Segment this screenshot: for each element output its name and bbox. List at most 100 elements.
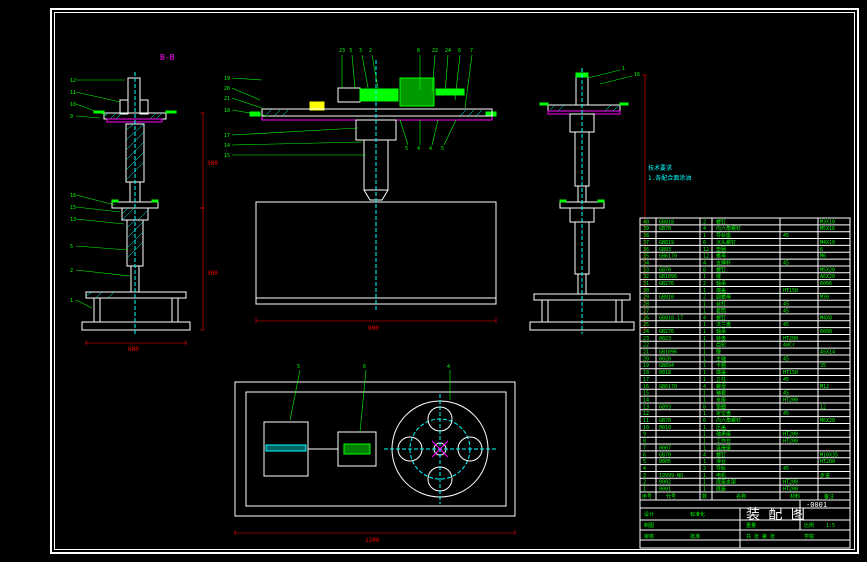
svg-text:9: 9 [70, 114, 73, 120]
tb-std: 标准化 [690, 511, 705, 518]
svg-text:10: 10 [70, 102, 76, 108]
svg-text:圆螺母: 圆螺母 [716, 294, 731, 301]
svg-text:轴承: 轴承 [716, 280, 726, 287]
svg-text:3: 3 [359, 48, 362, 54]
svg-text:导轨座: 导轨座 [716, 232, 731, 239]
balloons-bottom: 5 6 4 [297, 364, 450, 370]
svg-text:丝杠: 丝杠 [716, 301, 726, 308]
svg-text:内六角螺钉: 内六角螺钉 [716, 417, 741, 424]
balloons-left: 1211109161513521 [70, 78, 76, 304]
view-bb-section: B-B 680 380 380 [76, 53, 218, 353]
dim-mid-width: 900 [368, 325, 379, 332]
svg-text:3: 3 [349, 48, 352, 54]
svg-text:支座: 支座 [716, 396, 726, 403]
svg-text:数: 数 [702, 493, 707, 500]
svg-text:2: 2 [369, 48, 372, 54]
svg-text:23: 23 [339, 48, 345, 54]
svg-text:电机: 电机 [716, 472, 726, 479]
svg-text:18: 18 [224, 108, 230, 114]
svg-text:2: 2 [70, 268, 73, 274]
svg-text:7: 7 [470, 48, 473, 54]
svg-text:滑台: 滑台 [716, 458, 726, 465]
svg-text:垫圈: 垫圈 [716, 403, 726, 410]
svg-text:20: 20 [224, 86, 230, 92]
svg-text:沉头螺钉: 沉头螺钉 [716, 239, 736, 246]
svg-text:17: 17 [224, 133, 230, 139]
svg-text:转盘: 转盘 [716, 335, 726, 342]
svg-text:螺钉: 螺钉 [716, 266, 726, 273]
svg-text:15: 15 [70, 205, 76, 211]
svg-text:螺钉: 螺钉 [716, 218, 726, 225]
view-front: 900 [232, 55, 496, 332]
svg-text:1: 1 [622, 66, 625, 72]
svg-text:名称: 名称 [736, 493, 746, 500]
svg-text:4: 4 [429, 146, 432, 152]
balloons-mid-top: 233328222467 [339, 48, 473, 54]
svg-text:螺母: 螺母 [716, 383, 726, 390]
svg-text:轴承座: 轴承座 [716, 431, 731, 438]
svg-text:13: 13 [70, 217, 76, 223]
svg-text:套筒: 套筒 [716, 307, 726, 314]
svg-text:连接座: 连接座 [716, 444, 731, 451]
svg-text:内六角螺钉: 内六角螺钉 [716, 225, 741, 232]
balloons-mid-left: 19202118171415 [224, 76, 230, 159]
svg-text:主轴: 主轴 [716, 355, 726, 362]
svg-text:端盖: 端盖 [716, 369, 726, 376]
view-plan: 1200 [235, 370, 515, 544]
svg-text:8: 8 [417, 48, 420, 54]
svg-text:24: 24 [445, 48, 451, 54]
svg-text:22: 22 [432, 48, 438, 54]
svg-text:15: 15 [224, 153, 230, 159]
tb-scale-l: 比例 [804, 522, 814, 529]
drawing-svg: B-B 680 380 380 900 技术要求 1.各配合面涂油 1200 1… [0, 0, 867, 562]
tb-sheet: 共 张 第 张 [746, 533, 775, 540]
svg-text:4: 4 [447, 364, 450, 370]
svg-text:导轨: 导轨 [716, 465, 726, 472]
dim-left-width: 680 [128, 346, 139, 353]
svg-text:步进: 步进 [820, 472, 830, 479]
svg-text:螺母: 螺母 [716, 253, 726, 260]
dim-h1: 380 [207, 160, 218, 167]
svg-text:工作台: 工作台 [716, 438, 731, 445]
svg-text:19: 19 [224, 76, 230, 82]
svg-text:4: 4 [417, 146, 420, 152]
svg-text:5: 5 [405, 146, 408, 152]
svg-text:备注: 备注 [824, 493, 834, 500]
tb-check: 审核 [644, 533, 654, 540]
svg-text:序号: 序号 [642, 493, 652, 500]
drawing-number: -0001 [806, 501, 827, 509]
bom-table: 40GB8182螺钉M3X1039GB704内六角螺钉M5X16381导轨座45… [640, 218, 850, 548]
svg-text:底座: 底座 [716, 486, 726, 493]
svg-text:16: 16 [634, 72, 640, 78]
svg-text:定位盘: 定位盘 [716, 410, 731, 417]
svg-text:端盖: 端盖 [716, 287, 726, 294]
svg-text:5: 5 [70, 244, 73, 250]
svg-text:代号: 代号 [666, 493, 676, 500]
dim-plan-width: 1200 [365, 537, 380, 544]
svg-text:轴承: 轴承 [716, 328, 726, 335]
note-right: 技术要求 [648, 164, 672, 172]
svg-text:键: 键 [716, 273, 721, 280]
svg-text:螺钉: 螺钉 [716, 314, 726, 321]
svg-text:6: 6 [363, 364, 366, 370]
dim-h2: 380 [207, 270, 218, 277]
svg-text:1: 1 [70, 298, 73, 304]
section-label: B-B [160, 53, 175, 62]
tb-appr: 批准 [690, 533, 700, 540]
tb-mass: 重量 [746, 522, 756, 529]
svg-text:16: 16 [70, 193, 76, 199]
svg-text:5: 5 [297, 364, 300, 370]
svg-text:轴套: 轴套 [716, 390, 726, 397]
svg-text:21: 21 [224, 96, 230, 102]
tb-company: 学院 [804, 533, 814, 540]
svg-text:支撑杆: 支撑杆 [716, 259, 731, 266]
svg-text:材料: 材料 [790, 493, 800, 500]
svg-text:卡圈: 卡圈 [716, 362, 726, 369]
tb-scale: 1:5 [826, 523, 835, 529]
svg-text:齿轮: 齿轮 [716, 342, 726, 349]
svg-text:螺钉: 螺钉 [716, 451, 726, 458]
svg-text:压盖: 压盖 [716, 424, 726, 431]
svg-text:立柱: 立柱 [716, 376, 726, 383]
cad-canvas[interactable]: B-B 680 380 380 900 技术要求 1.各配合面涂油 1200 1… [0, 0, 867, 562]
svg-text:底座支架: 底座支架 [716, 479, 736, 486]
